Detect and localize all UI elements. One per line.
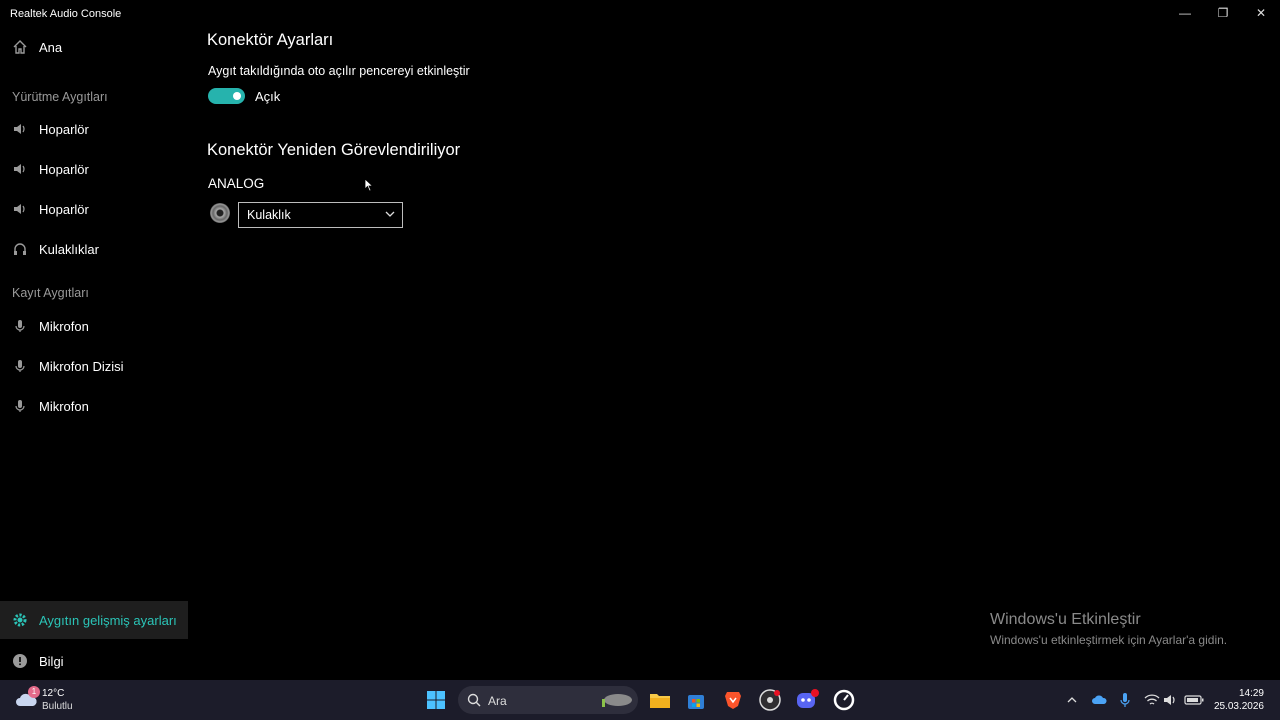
weather-widget[interactable]: 1 12°C Bulutlu <box>14 686 94 714</box>
analog-label: ANALOG <box>208 176 265 191</box>
sidebar-item-speaker-1[interactable]: Hoparlör <box>0 111 188 147</box>
connector-settings-title: Konektör Ayarları <box>207 31 334 49</box>
sidebar-item-label: Aygıtın gelişmiş ayarları <box>39 612 177 628</box>
activation-watermark-title: Windows'u Etkinleştir <box>990 611 1141 628</box>
microphone-icon <box>12 318 28 334</box>
maximize-button[interactable]: ❐ <box>1204 0 1242 26</box>
discord-icon[interactable] <box>795 688 819 712</box>
sidebar: Ana Yürütme Aygıtları Hoparlör Hoparlör … <box>0 28 188 680</box>
microphone-icon <box>12 358 28 374</box>
sidebar-item-microphone-1[interactable]: Mikrofon <box>0 308 188 344</box>
sidebar-item-label: Hoparlör <box>39 121 89 137</box>
sidebar-item-home[interactable]: Ana <box>0 29 188 65</box>
sidebar-item-speaker-3[interactable]: Hoparlör <box>0 191 188 227</box>
microphone-icon <box>12 398 28 414</box>
info-icon <box>12 653 28 669</box>
sidebar-item-label: Ana <box>39 39 63 55</box>
close-button[interactable]: ✕ <box>1242 0 1280 26</box>
onedrive-icon[interactable] <box>1090 688 1108 712</box>
speaker-icon <box>12 201 28 217</box>
connector-retasking-title: Konektör Yeniden Görevlendiriliyor <box>207 141 461 159</box>
weather-temp: 12°C <box>42 688 65 699</box>
home-icon <box>12 39 28 55</box>
weather-condition: Bulutlu <box>42 701 73 712</box>
toggle-knob <box>233 92 241 100</box>
sidebar-item-advanced-settings[interactable]: Aygıtın gelişmiş ayarları <box>0 601 188 639</box>
clock-time: 14:29 <box>1238 688 1264 699</box>
main-content: Konektör Ayarları Aygıt takıldığında oto… <box>188 28 1280 680</box>
popup-setting-label: Aygıt takıldığında oto açılır pencereyi … <box>208 64 470 78</box>
speaker-icon <box>12 121 28 137</box>
brave-browser-icon[interactable] <box>721 688 745 712</box>
dropdown-value: Kulaklık <box>247 208 291 222</box>
show-hidden-icons-chevron-icon[interactable] <box>1062 688 1082 712</box>
recording-devices-header: Kayıt Aygıtları <box>12 286 89 300</box>
clock-date: 25.03.2026 <box>1213 701 1264 712</box>
chevron-down-icon <box>385 211 395 217</box>
search-highlight-icon <box>602 694 632 707</box>
toggle-state-label: Açık <box>255 89 281 104</box>
sidebar-item-label: Mikrofon <box>39 398 89 414</box>
taskbar: 1 12°C Bulutlu Ara 14:29 25.03.2026 <box>0 680 1280 720</box>
sidebar-item-info[interactable]: Bilgi <box>0 643 188 679</box>
battery-icon[interactable] <box>1183 688 1205 712</box>
sidebar-item-label: Hoparlör <box>39 201 89 217</box>
sidebar-item-microphone-2[interactable]: Mikrofon <box>0 388 188 424</box>
sidebar-item-label: Mikrofon Dizisi <box>39 358 124 374</box>
sidebar-item-label: Hoparlör <box>39 161 89 177</box>
sidebar-item-headphones[interactable]: Kulaklıklar <box>0 231 188 267</box>
jack-function-dropdown[interactable]: Kulaklık <box>238 202 403 228</box>
search-placeholder: Ara <box>488 694 507 708</box>
sidebar-item-label: Bilgi <box>39 653 64 669</box>
sidebar-item-label: Kulaklıklar <box>39 241 99 257</box>
obs-studio-icon[interactable] <box>758 688 782 712</box>
file-explorer-icon[interactable] <box>648 688 672 712</box>
speaker-icon <box>12 161 28 177</box>
microphone-tray-icon[interactable] <box>1117 688 1133 712</box>
popup-toggle[interactable] <box>208 88 245 104</box>
sidebar-item-microphone-array[interactable]: Mikrofon Dizisi <box>0 348 188 384</box>
activation-watermark-subtitle: Windows'u etkinleştirmek için Ayarlar'a … <box>990 633 1228 647</box>
clock[interactable]: 14:29 25.03.2026 <box>1214 687 1264 713</box>
realtek-audio-console-icon[interactable] <box>832 688 856 712</box>
headphones-icon <box>12 241 28 257</box>
playback-devices-header: Yürütme Aygıtları <box>12 90 108 104</box>
minimize-button[interactable]: — <box>1166 0 1204 26</box>
search-icon <box>467 693 481 707</box>
windows-logo-icon <box>427 691 445 709</box>
window-controls: — ❐ ✕ <box>1166 0 1280 26</box>
microsoft-store-icon[interactable] <box>684 688 708 712</box>
wifi-icon[interactable] <box>1143 688 1161 712</box>
sidebar-item-speaker-2[interactable]: Hoparlör <box>0 151 188 187</box>
weather-badge: 1 <box>28 686 40 698</box>
taskbar-search[interactable]: Ara <box>458 686 638 714</box>
gear-icon <box>12 612 28 628</box>
audio-jack-icon <box>210 203 230 223</box>
mouse-cursor-icon <box>364 178 374 192</box>
start-button[interactable] <box>424 688 448 712</box>
volume-icon[interactable] <box>1162 688 1180 712</box>
sidebar-item-label: Mikrofon <box>39 318 89 334</box>
app-title: Realtek Audio Console <box>10 8 122 20</box>
title-bar: Realtek Audio Console — ❐ ✕ <box>0 0 1280 28</box>
